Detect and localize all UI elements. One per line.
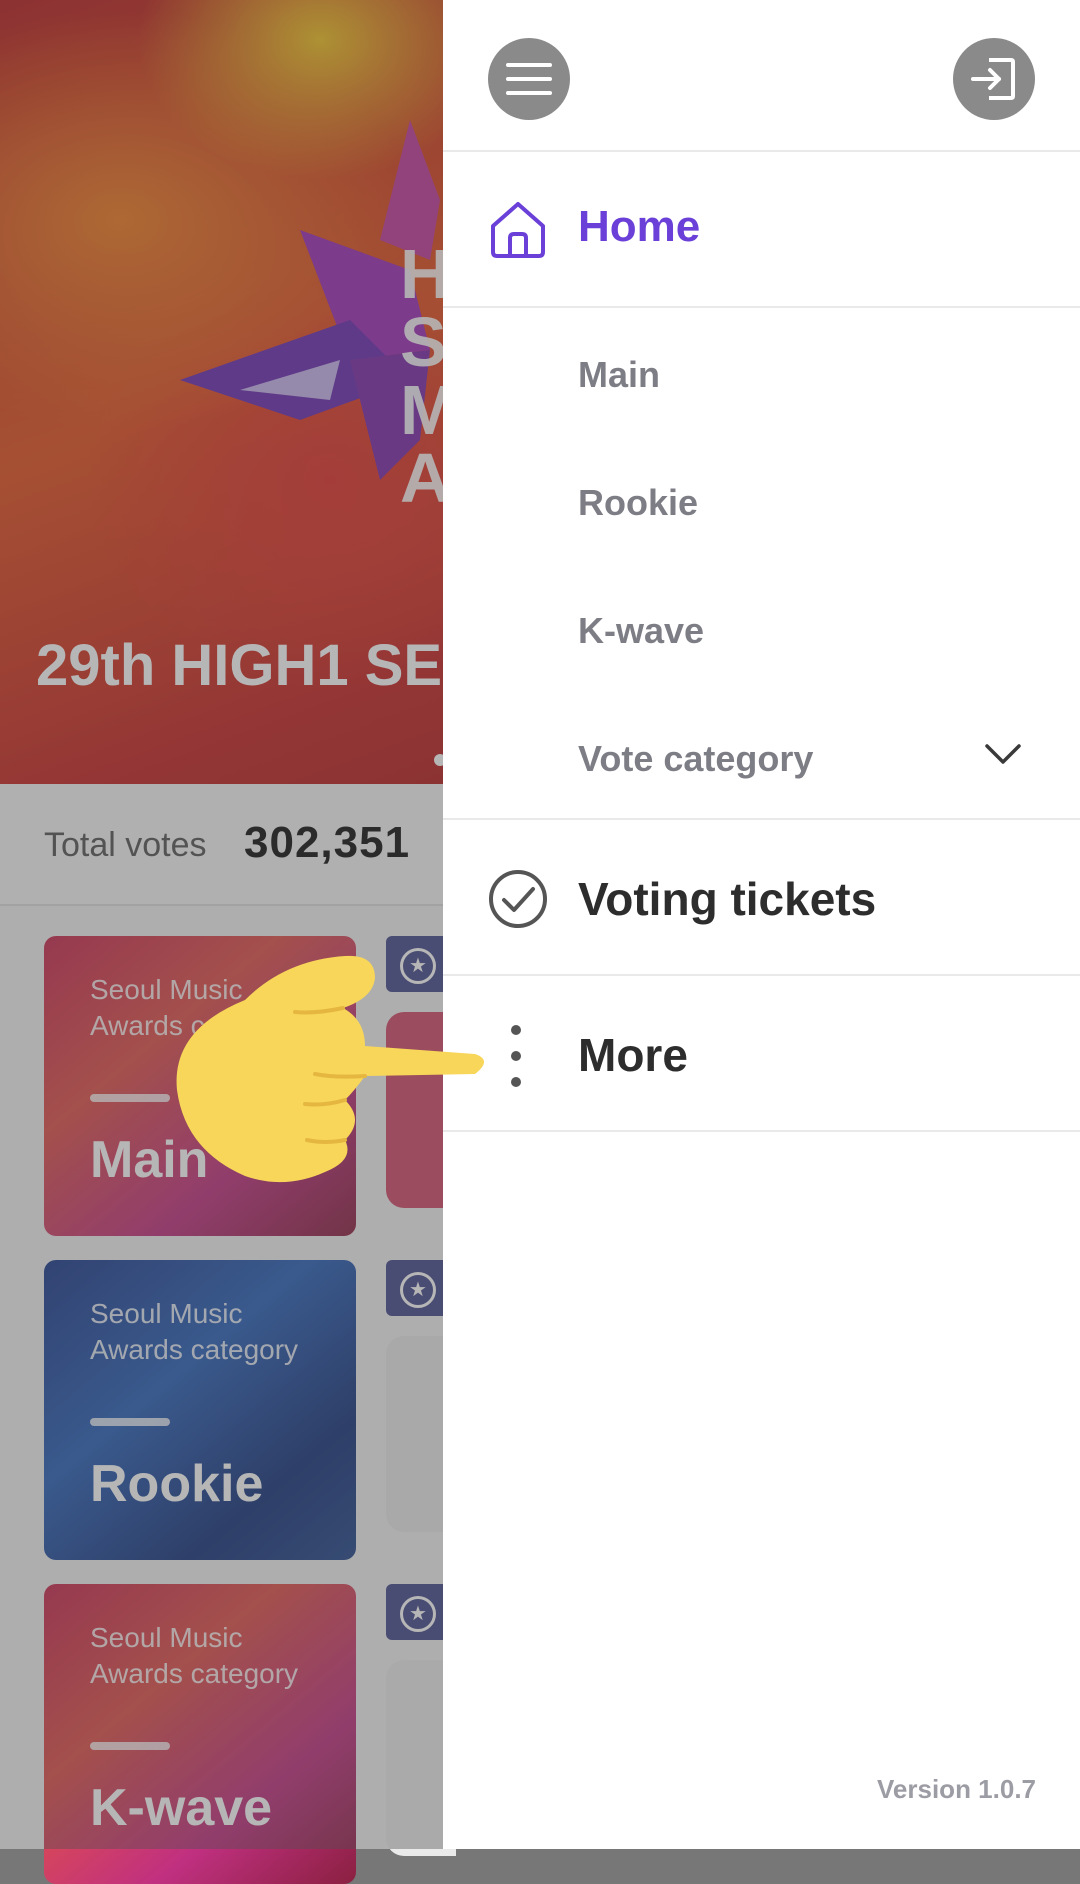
sub-item-rookie[interactable]: Rookie (578, 482, 698, 524)
chevron-down-icon (985, 744, 1021, 764)
divider (443, 306, 1080, 308)
login-button[interactable] (953, 38, 1035, 120)
divider (443, 1130, 1080, 1132)
menu-button[interactable] (488, 38, 570, 120)
login-icon (971, 58, 1015, 100)
more-label: More (578, 1029, 688, 1081)
version-text: Version 1.0.7 (877, 1774, 1036, 1804)
hamburger-menu-icon (506, 63, 552, 95)
scrim-overlay[interactable] (0, 0, 443, 1849)
sub-item-kwave[interactable]: K-wave (578, 610, 704, 652)
home-label: Home (578, 202, 701, 251)
navigation-drawer: Home Main Rookie K-wave Vote category Vo… (443, 0, 1080, 1849)
divider (443, 818, 1080, 820)
divider (443, 974, 1080, 976)
vote-category-label: Vote category (578, 738, 814, 779)
pointing-hand-icon (176, 955, 485, 1183)
home-icon (491, 202, 545, 258)
sub-item-main[interactable]: Main (578, 354, 660, 396)
divider (443, 150, 1080, 152)
check-circle-icon (489, 870, 547, 928)
more-vertical-icon (511, 1025, 521, 1087)
voting-tickets-label: Voting tickets (578, 873, 877, 925)
